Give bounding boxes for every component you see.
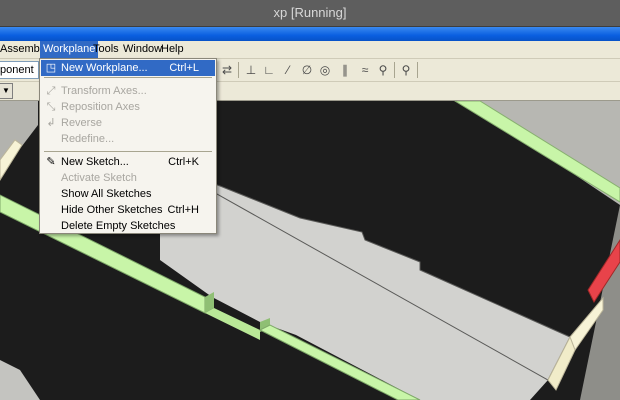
workplane-dropdown-menu: ◳ New Workplane... Ctrl+L ⤢ Transform Ax… [39,58,217,234]
toolbar-separator [238,62,239,78]
menu-item-delete-empty-sketches[interactable]: Delete Empty Sketches [41,218,215,234]
menu-help[interactable]: Help [158,41,187,58]
menu-separator [44,77,212,78]
menu-item-label: Delete Empty Sketches [61,220,176,232]
menu-tools[interactable]: Tools [90,41,122,58]
app-window-frame [0,27,620,41]
menu-item-redefine[interactable]: Redefine... [41,131,215,147]
menu-item-label: Reverse [61,117,102,129]
angle-constraint-icon[interactable]: ∅ [298,61,316,79]
menu-item-new-workplane[interactable]: ◳ New Workplane... Ctrl+L [41,60,215,76]
menu-item-label: Show All Sketches [61,188,152,200]
concentric-constraint-icon[interactable]: ◎ [316,61,334,79]
menu-item-new-sketch[interactable]: ✎ New Sketch... Ctrl+K [41,154,215,170]
menu-item-transform-axes[interactable]: ⤢ Transform Axes... [41,83,215,99]
perpendicular-constraint-icon[interactable]: ∟ [260,61,278,79]
transform-axes-icon: ⤢ [46,85,56,97]
zoom-icon[interactable]: ⚲ [397,61,415,79]
menu-item-activate-sketch[interactable]: Activate Sketch [41,170,215,186]
move-axes-icon[interactable]: ⇄ [218,61,236,79]
component-combo[interactable]: ponent [0,61,39,79]
menu-item-show-all-sketches[interactable]: Show All Sketches [41,186,215,202]
menu-item-label: New Workplane... [61,62,148,74]
line-icon[interactable]: ⁄ [279,61,297,79]
menu-item-hide-other-sketches[interactable]: Hide Other Sketches Ctrl+H [41,202,215,218]
fix-constraint-icon[interactable]: ⚲ [374,61,392,79]
menu-bar: Assembly Workplane Tools Window Help [0,41,620,59]
menu-item-shortcut: Ctrl+K [168,156,199,168]
menu-item-label: Hide Other Sketches [61,204,163,216]
menu-item-label: Transform Axes... [61,85,147,97]
menu-separator [44,151,212,152]
parallel-constraint-icon[interactable]: ∥ [336,61,354,79]
menu-item-label: Reposition Axes [61,101,140,113]
menu-item-reposition-axes[interactable]: ⤡ Reposition Axes [41,99,215,115]
menu-item-reverse[interactable]: ↲ Reverse [41,115,215,131]
menu-item-shortcut: Ctrl+H [167,204,199,216]
menu-item-label: Redefine... [61,133,115,145]
reposition-axes-icon: ⤡ [46,101,56,113]
menu-item-shortcut: Ctrl+L [169,62,199,74]
host-window-title: xp [Running] [273,5,347,20]
symmetric-constraint-icon[interactable]: ≈ [356,61,374,79]
toolbar-separator [417,62,418,78]
menu-item-label: Activate Sketch [61,172,137,184]
new-sketch-icon: ✎ [46,156,56,168]
menu-item-label: New Sketch... [61,156,129,168]
host-window-titlebar: xp [Running] [0,0,620,27]
toolbar-separator [394,62,395,78]
coincident-constraint-icon[interactable]: ⊥ [242,61,260,79]
reverse-icon: ↲ [46,117,56,129]
chevron-down-icon[interactable]: ▼ [0,83,13,99]
new-workplane-icon: ◳ [45,62,57,74]
